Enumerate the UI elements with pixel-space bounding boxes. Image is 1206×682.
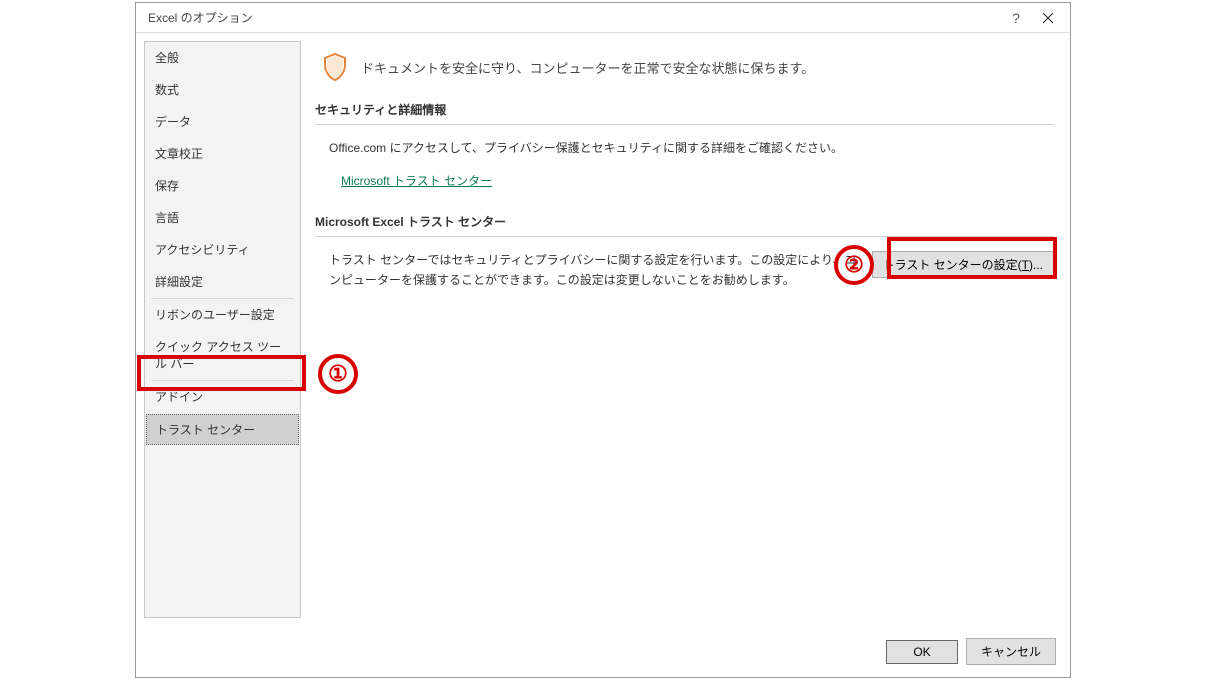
sidebar-item-accessibility[interactable]: アクセシビリティ (145, 234, 300, 266)
section-security-body: Office.com にアクセスして、プライバシー保護とセキュリティに関する詳細… (315, 139, 1054, 191)
main-area: 全般 数式 データ 文章校正 保存 言語 アクセシビリティ 詳細設定 リボンのユ… (136, 33, 1070, 626)
trust-description: トラスト センターではセキュリティとプライバシーに関する設定を行います。この設定… (329, 251, 862, 289)
sidebar-item-ribbon[interactable]: リボンのユーザー設定 (145, 299, 300, 331)
titlebar: Excel のオプション ? (136, 3, 1070, 33)
sidebar-item-proofing[interactable]: 文章校正 (145, 138, 300, 170)
sidebar-item-qat[interactable]: クイック アクセス ツール バー (145, 331, 300, 380)
sidebar-item-general[interactable]: 全般 (145, 42, 300, 74)
trust-button-suffix: )... (1029, 258, 1043, 272)
trust-button-prefix: トラスト センターの設定( (883, 258, 1022, 272)
trust-row: トラスト センターではセキュリティとプライバシーに関する設定を行います。この設定… (329, 251, 1054, 289)
sidebar-item-advanced[interactable]: 詳細設定 (145, 266, 300, 298)
dialog-title: Excel のオプション (148, 9, 1002, 26)
trust-center-link[interactable]: Microsoft トラスト センター (341, 172, 492, 191)
help-button[interactable]: ? (1002, 4, 1030, 32)
ok-button[interactable]: OK (886, 640, 958, 664)
section-security-title: セキュリティと詳細情報 (315, 101, 1054, 125)
sidebar-item-language[interactable]: 言語 (145, 202, 300, 234)
options-dialog: Excel のオプション ? 全般 数式 データ 文章校正 保存 言語 アクセシ… (135, 2, 1071, 678)
category-sidebar: 全般 数式 データ 文章校正 保存 言語 アクセシビリティ 詳細設定 リボンのユ… (144, 41, 301, 618)
button-bar: OK キャンセル (136, 626, 1070, 677)
content-header-text: ドキュメントを安全に守り、コンピューターを正常で安全な状態に保ちます。 (361, 58, 814, 77)
trust-button-key: T (1022, 258, 1029, 272)
sidebar-item-trust-center[interactable]: トラスト センター (146, 414, 299, 445)
trust-center-settings-button[interactable]: トラスト センターの設定(T)... (872, 251, 1054, 278)
sidebar-item-formulas[interactable]: 数式 (145, 74, 300, 106)
section-trust-title: Microsoft Excel トラスト センター (315, 213, 1054, 237)
shield-icon (321, 53, 349, 81)
content-header: ドキュメントを安全に守り、コンピューターを正常で安全な状態に保ちます。 (315, 53, 1054, 81)
close-button[interactable] (1034, 4, 1062, 32)
close-icon (1042, 12, 1054, 24)
section-trust-body: トラスト センターではセキュリティとプライバシーに関する設定を行います。この設定… (315, 251, 1054, 289)
cancel-button[interactable]: キャンセル (966, 638, 1056, 665)
sidebar-item-addins[interactable]: アドイン (145, 381, 300, 413)
content-pane: ドキュメントを安全に守り、コンピューターを正常で安全な状態に保ちます。 セキュリ… (309, 33, 1070, 626)
security-description: Office.com にアクセスして、プライバシー保護とセキュリティに関する詳細… (329, 141, 843, 155)
sidebar-item-data[interactable]: データ (145, 106, 300, 138)
sidebar-item-save[interactable]: 保存 (145, 170, 300, 202)
